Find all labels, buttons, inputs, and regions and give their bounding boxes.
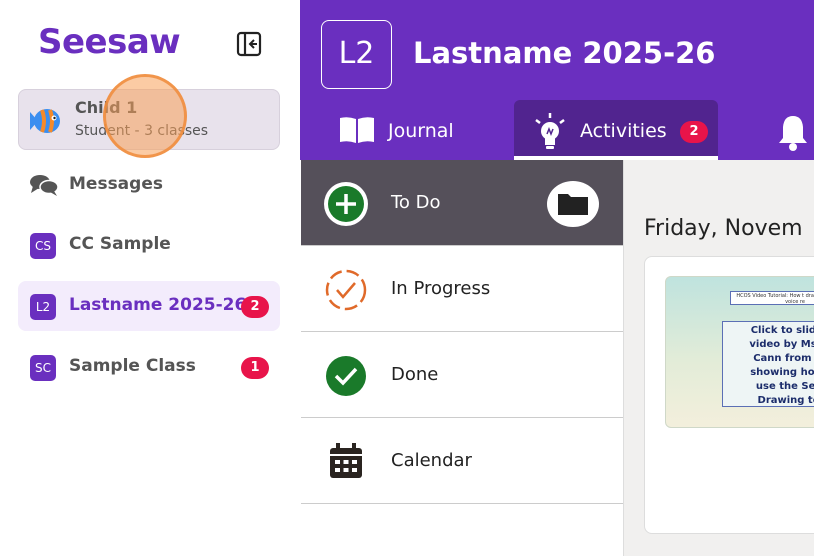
chat-bubbles-icon: [29, 173, 59, 197]
filter-label: Calendar: [391, 450, 472, 471]
sidebar-item-label: Messages: [69, 174, 163, 194]
filter-done[interactable]: Done: [301, 332, 623, 418]
notification-count-badge: 1: [241, 357, 269, 379]
sidebar: Seesaw Child 1 Student - 3 classes: [0, 0, 300, 556]
filter-label: Done: [391, 364, 439, 385]
activities-count-badge: 2: [680, 121, 708, 143]
fish-avatar-icon: [28, 106, 62, 136]
sidebar-item-label: Sample Class: [69, 356, 196, 376]
tab-label: Activities: [580, 120, 667, 142]
class-header: L2 Lastname 2025-26 Journal Activities 2: [300, 0, 814, 160]
folder-icon[interactable]: [547, 181, 599, 227]
sidebar-item-sample-class[interactable]: SC Sample Class 1: [18, 342, 280, 392]
class-abbr-badge: L2: [30, 294, 56, 320]
sidebar-item-messages[interactable]: Messages: [18, 160, 280, 210]
tab-activities[interactable]: Activities 2: [514, 100, 718, 160]
class-abbr-box: L2: [321, 20, 392, 89]
book-icon: [339, 116, 375, 148]
click-indicator: [103, 74, 187, 158]
activity-card[interactable]: HCOS Video Tutorial: How t drawing tool …: [644, 256, 814, 534]
sidebar-item-lastname-2025-26[interactable]: L2 Lastname 2025-26 2: [18, 281, 280, 331]
check-circle-icon: [323, 353, 369, 399]
progress-check-icon: [323, 267, 369, 313]
lightbulb-icon: [532, 112, 568, 154]
filter-to-do[interactable]: To Do: [301, 160, 623, 246]
sidebar-item-cc-sample[interactable]: CS CC Sample: [18, 220, 280, 270]
filter-in-progress[interactable]: In Progress: [301, 246, 623, 332]
class-abbr-badge: SC: [30, 355, 56, 381]
class-title: Lastname 2025-26: [413, 36, 716, 70]
thumbnail-header-text: HCOS Video Tutorial: How t drawing tool …: [730, 291, 814, 305]
class-abbr-badge: CS: [30, 233, 56, 259]
plus-circle-icon: [323, 181, 369, 227]
sidebar-item-label: Lastname 2025-26: [69, 295, 247, 315]
notification-count-badge: 2: [241, 296, 269, 318]
activity-feed: Friday, Novem HCOS Video Tutorial: How t…: [624, 160, 814, 556]
date-heading: Friday, Novem: [644, 216, 803, 241]
seesaw-logo[interactable]: Seesaw: [38, 22, 181, 62]
thumbnail-body-text: Click to slide 2 video by Ms. Jo Cann fr…: [722, 321, 814, 407]
collapse-sidebar-icon[interactable]: [236, 31, 262, 57]
calendar-icon: [323, 439, 369, 485]
tab-label: Journal: [388, 120, 454, 142]
activity-filter-list: To Do In Progress Done Calendar: [300, 160, 624, 556]
activity-thumbnail[interactable]: HCOS Video Tutorial: How t drawing tool …: [665, 276, 814, 428]
filter-label: To Do: [391, 192, 441, 213]
filter-label: In Progress: [391, 278, 491, 299]
sidebar-item-label: CC Sample: [69, 234, 171, 254]
tab-journal[interactable]: Journal: [320, 100, 510, 160]
filter-calendar[interactable]: Calendar: [301, 418, 623, 504]
bell-icon[interactable]: [776, 112, 810, 152]
